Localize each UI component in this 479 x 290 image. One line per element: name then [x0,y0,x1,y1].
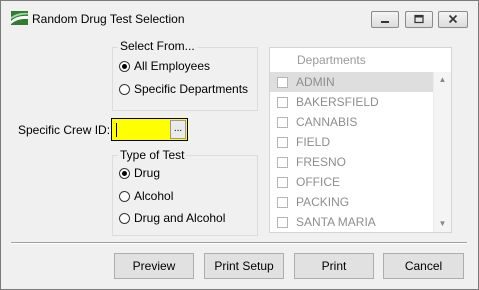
crew-lookup-button[interactable]: ... [170,120,186,139]
departments-header: Departments [270,48,451,73]
radio-label: Drug [134,166,161,180]
radio-drug[interactable]: Drug [119,165,160,181]
checkbox[interactable] [277,197,288,208]
checkbox[interactable] [277,177,288,188]
checkbox[interactable] [277,157,288,168]
department-label: OFFICE [296,175,340,189]
department-label: FIELD [296,135,331,149]
department-row-bakersfield[interactable]: BAKERSFIELD [270,92,433,112]
minimize-icon [372,12,398,27]
radio-alcohol[interactable]: Alcohol [119,188,173,204]
department-row-field[interactable]: FIELD [270,132,433,152]
radio-specific-departments[interactable]: Specific Departments [119,81,248,97]
crew-id-input[interactable] [113,120,177,139]
footer-separator [11,242,467,244]
scroll-down-arrow-icon[interactable]: ▼ [434,216,451,232]
radio-indicator [119,83,130,95]
type-of-test-title: Type of Test [118,148,187,162]
maximize-button[interactable] [405,11,433,28]
preview-button[interactable]: Preview [114,253,194,279]
radio-indicator [119,60,130,72]
department-row-packing[interactable]: PACKING [270,192,433,212]
department-row-admin[interactable]: ADMIN [270,72,433,92]
department-label: ADMIN [296,75,335,89]
checkbox[interactable] [277,217,288,228]
close-icon [439,12,467,27]
department-row-cannabis[interactable]: CANNABIS [270,112,433,132]
title-bar[interactable]: Random Drug Test Selection [1,1,478,37]
department-row-office[interactable]: OFFICE [270,172,433,192]
text-caret [116,123,117,137]
close-button[interactable] [438,11,468,28]
select-from-title: Select From... [118,39,197,53]
department-label: FRESNO [296,155,347,169]
radio-label: Drug and Alcohol [134,211,226,225]
select-from-group [112,47,258,111]
print-button[interactable]: Print [294,253,374,279]
radio-indicator [119,167,130,179]
radio-label: Specific Departments [134,82,249,96]
department-row-fresno[interactable]: FRESNO [270,152,433,172]
checkbox[interactable] [277,117,288,128]
department-row-santa-maria[interactable]: SANTA MARIA [270,212,433,232]
department-label: SANTA MARIA [296,215,376,229]
checkbox[interactable] [277,97,288,108]
radio-indicator [119,212,130,224]
window-title: Random Drug Test Selection [32,12,185,26]
department-label: CANNABIS [296,115,358,129]
radio-drug-and-alcohol[interactable]: Drug and Alcohol [119,210,225,226]
departments-header-label: Departments [297,53,366,67]
radio-indicator [119,190,130,202]
app-icon [11,11,28,25]
radio-label: Alcohol [134,189,174,203]
crew-id-field: ... [111,118,188,141]
radio-all-employees[interactable]: All Employees [119,58,210,74]
checkbox[interactable] [277,77,288,88]
crew-id-label: Specific Crew ID: [18,123,111,137]
checkbox[interactable] [277,137,288,148]
department-label: BAKERSFIELD [296,95,379,109]
departments-scrollbar[interactable]: ▲ ▼ [433,72,451,232]
dialog-window: Random Drug Test Selection Select From..… [0,0,479,290]
department-label: PACKING [296,195,350,209]
departments-list[interactable]: Departments ADMIN BAKERSFIELD CANNABIS F… [269,47,452,233]
print-setup-button[interactable]: Print Setup [204,253,284,279]
maximize-icon [406,12,432,27]
cancel-button[interactable]: Cancel [383,253,464,279]
scroll-up-arrow-icon[interactable]: ▲ [434,72,451,88]
radio-label: All Employees [134,59,211,73]
minimize-button[interactable] [371,11,399,28]
